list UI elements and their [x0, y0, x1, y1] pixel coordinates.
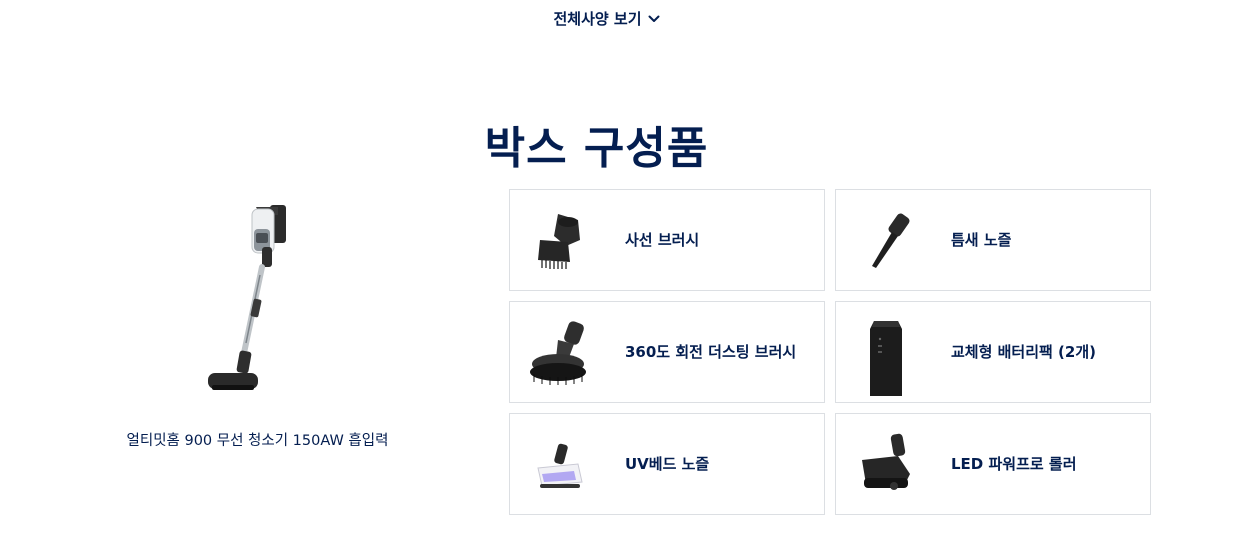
component-label: UV베드 노즐 — [625, 455, 710, 473]
led-roller-nozzle-image — [862, 433, 910, 490]
main-product: 얼티밋홈 900 무선 청소기 150AW 흡입력 — [60, 195, 455, 475]
view-all-specs-label: 전체사양 보기 — [553, 10, 642, 28]
component-label: 교체형 배터리팩 (2개) — [951, 343, 1096, 361]
component-card: 360도 회전 더스팅 브러시 — [509, 301, 825, 403]
battery-pack-image — [870, 321, 902, 396]
angled-brush-image — [538, 214, 580, 269]
box-contents-grid: 사선 브러시 틈새 노즐 360도 회전 더스팅 브러시 교체형 배터리팩 (2… — [509, 189, 1151, 515]
component-label: 사선 브러시 — [625, 231, 700, 249]
uv-bed-nozzle-image — [537, 443, 583, 488]
chevron-down-icon — [648, 15, 660, 22]
main-product-name: 얼티밋홈 900 무선 청소기 150AW 흡입력 — [126, 433, 389, 449]
dusting-brush-image — [530, 321, 586, 385]
component-card: 교체형 배터리팩 (2개) — [835, 301, 1151, 403]
component-label: 틈새 노즐 — [951, 231, 1012, 249]
component-label: LED 파워프로 롤러 — [951, 455, 1077, 473]
component-card: UV베드 노즐 — [509, 413, 825, 515]
crevice-nozzle-image — [872, 213, 910, 268]
component-card: LED 파워프로 롤러 — [835, 413, 1151, 515]
stick-vacuum-image — [208, 205, 286, 390]
view-all-specs-button[interactable]: 전체사양 보기 — [0, 8, 1213, 29]
box-contents-title: 박스 구성품 — [484, 123, 709, 174]
component-card: 사선 브러시 — [509, 189, 825, 291]
component-label: 360도 회전 더스팅 브러시 — [625, 343, 797, 361]
component-card: 틈새 노즐 — [835, 189, 1151, 291]
